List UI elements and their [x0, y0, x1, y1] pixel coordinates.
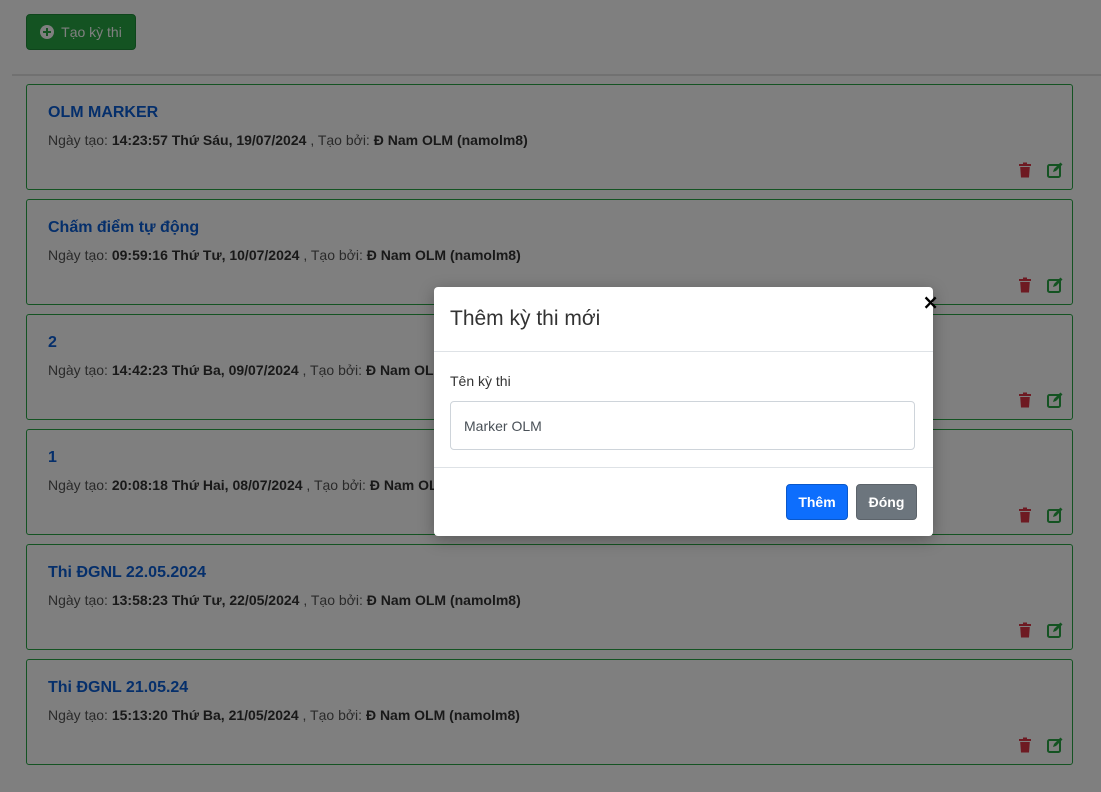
exam-name-input[interactable] [450, 401, 915, 450]
close-icon[interactable]: × [922, 292, 939, 312]
close-button[interactable]: Đóng [856, 483, 917, 520]
add-exam-modal: Thêm kỳ thi mới × Tên kỳ thi Thêm Đóng [434, 287, 939, 536]
modal-title: Thêm kỳ thi mới [450, 307, 601, 330]
modal-header: Thêm kỳ thi mới × [434, 287, 939, 352]
modal-footer: Thêm Đóng [434, 468, 933, 535]
exam-name-label: Tên kỳ thi [450, 373, 511, 389]
modal-body: Tên kỳ thi [434, 352, 933, 468]
add-button[interactable]: Thêm [786, 483, 848, 520]
